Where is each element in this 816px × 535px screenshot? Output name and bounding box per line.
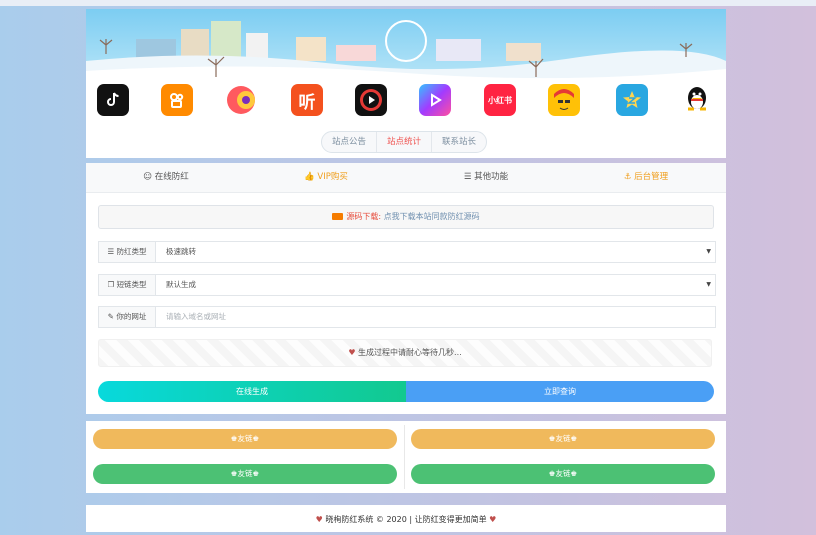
ting-icon[interactable]: 听 [291, 84, 323, 116]
chevron-down-icon: ▼ [706, 281, 711, 288]
url-placeholder: 请输入域名或网址 [166, 312, 226, 321]
crown-icon: ♚ [570, 434, 578, 443]
thumb-up-icon: 👍 [304, 172, 315, 182]
query-button[interactable]: 立即查询 [406, 381, 714, 402]
kuaishou-icon[interactable] [161, 84, 193, 116]
xiaohongshu-icon-text: 小红书 [488, 95, 512, 105]
friend-link-button[interactable]: ♚友链♚ [411, 429, 715, 449]
progress-text: 生成过程中请耐心等待几秒... [358, 348, 462, 357]
bars-icon: ☰ [107, 247, 115, 256]
crown-icon: ♚ [548, 434, 556, 443]
tab-label: VIP购买 [317, 172, 348, 182]
url-input[interactable]: ✎ 你的网址 请输入域名或网址 [98, 306, 716, 328]
crown-icon: ♚ [252, 434, 260, 443]
crown-icon: ♚ [230, 434, 238, 443]
app-icon-row: 听 小红书 [86, 84, 726, 120]
qq-penguin-icon[interactable] [681, 84, 713, 116]
tab-admin[interactable]: ⚓ 后台管理 [566, 163, 726, 192]
anti-red-type-select[interactable]: ☰ 防红类型 极速跳转 ▼ [98, 241, 716, 263]
pill-site-announcement[interactable]: 站点公告 [322, 132, 378, 152]
progress-message: ♥ 生成过程中请耐心等待几秒... [98, 339, 712, 367]
header-card: 听 小红书 站点公告 站点统计 联系站长 [86, 9, 726, 158]
weishi-icon[interactable] [419, 84, 451, 116]
link-icon: ✎ [107, 312, 114, 321]
top-strip [0, 0, 816, 6]
anchor-icon: ⚓ [623, 172, 632, 182]
download-notice: 源码下载: 点我下载本站同款防红源码 [98, 205, 714, 229]
qzone-icon[interactable] [616, 84, 648, 116]
download-link[interactable]: 点我下载本站同款防红源码 [384, 212, 480, 221]
smile-icon: ☺ [143, 172, 153, 182]
crown-icon: ♚ [570, 469, 578, 478]
friend-link-button[interactable]: ♚友链♚ [93, 464, 397, 484]
main-card: ☺ 在线防红 👍 VIP购买 ☰ 其他功能 ⚓ 后台管理 源码下载: 点我下载本… [86, 163, 726, 414]
pill-site-statistics[interactable]: 站点统计 [377, 132, 433, 152]
copy-icon: ❐ [107, 280, 115, 289]
tab-vip-purchase[interactable]: 👍 VIP购买 [246, 163, 406, 192]
generate-button[interactable]: 在线生成 [98, 381, 406, 402]
header-pill-nav: 站点公告 站点统计 联系站长 [321, 131, 488, 153]
winter-banner [86, 9, 726, 89]
select-value: 默认生成 [166, 280, 196, 289]
xiaohongshu-icon[interactable]: 小红书 [484, 84, 516, 116]
footer: ♥ 晓栒防红系统 © 2020 | 让防红变得更加简单 ♥ [86, 505, 726, 532]
list-icon: ☰ [463, 172, 472, 182]
heart-icon: ♥ [489, 515, 497, 524]
crown-icon: ♚ [230, 469, 238, 478]
column-divider [404, 425, 405, 489]
tiktok-icon[interactable] [97, 84, 129, 116]
friend-link-button[interactable]: ♚友链♚ [93, 429, 397, 449]
field-label: 你的网址 [116, 312, 147, 321]
chevron-down-icon: ▼ [706, 248, 711, 255]
heart-icon: ♥ [348, 348, 356, 357]
crown-icon: ♚ [548, 469, 556, 478]
message-icon [332, 213, 344, 220]
tab-other-functions[interactable]: ☰ 其他功能 [406, 163, 566, 192]
friend-link-button[interactable]: ♚友链♚ [411, 464, 715, 484]
footer-text: 晓栒防红系统 © 2020 | 让防红变得更加简单 [325, 515, 487, 524]
tab-label: 后台管理 [634, 172, 669, 182]
notice-prefix: 源码下载: [346, 212, 382, 221]
crown-icon: ♚ [252, 469, 260, 478]
main-tabs: ☺ 在线防红 👍 VIP购买 ☰ 其他功能 ⚓ 后台管理 [86, 163, 726, 193]
tab-label: 在线防红 [154, 172, 189, 182]
pill-contact-admin[interactable]: 联系站长 [432, 132, 486, 152]
friend-links-card: ♚友链♚ ♚友链♚ ♚友链♚ ♚友链♚ [86, 421, 726, 493]
quanmin-k-song-icon[interactable] [226, 84, 258, 116]
heart-icon: ♥ [315, 515, 323, 524]
field-label: 短链类型 [116, 280, 147, 289]
video-play-icon[interactable] [355, 84, 387, 116]
field-label: 防红类型 [116, 247, 147, 256]
action-buttons: 在线生成 立即查询 [98, 381, 714, 402]
ting-icon-glyph: 听 [298, 92, 316, 113]
select-value: 极速跳转 [166, 247, 196, 256]
short-link-type-select[interactable]: ❐ 短链类型 默认生成 ▼ [98, 274, 716, 296]
tab-label: 其他功能 [474, 172, 509, 182]
cartoon-face-icon[interactable] [548, 84, 580, 116]
tab-online-anti-red[interactable]: ☺ 在线防红 [86, 163, 246, 192]
